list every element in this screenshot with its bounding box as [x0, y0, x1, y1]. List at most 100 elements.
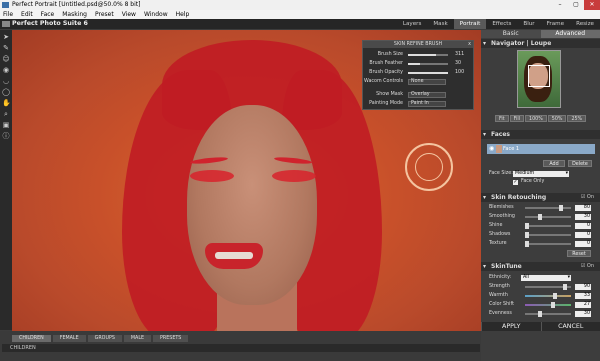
- strength-value[interactable]: 90: [575, 284, 591, 290]
- texture-slider-thumb[interactable]: [525, 241, 529, 247]
- evenness-value[interactable]: 30: [575, 311, 591, 317]
- face-tool-icon[interactable]: ☺: [2, 55, 10, 63]
- close-button[interactable]: ✕: [584, 0, 600, 10]
- face-size-dropdown[interactable]: Medium ▾: [513, 171, 569, 177]
- brush-size-slider[interactable]: [408, 54, 448, 56]
- face-only-label: Face Only: [521, 179, 545, 184]
- show-mask-dropdown[interactable]: Overlay: [408, 92, 446, 98]
- add-face-button[interactable]: Add: [543, 160, 565, 167]
- preset-tab-children[interactable]: CHILDREN: [12, 335, 51, 342]
- apply-button[interactable]: APPLY: [481, 322, 541, 331]
- painting-mode-button[interactable]: Paint In: [408, 101, 446, 107]
- texture-slider[interactable]: [525, 241, 571, 247]
- maximize-button[interactable]: ▢: [568, 0, 584, 10]
- brush-size-value[interactable]: 311: [455, 51, 464, 59]
- cancel-button[interactable]: CANCEL: [540, 322, 600, 331]
- navigator-view-box[interactable]: [528, 65, 550, 87]
- reset-button[interactable]: Reset: [567, 250, 591, 257]
- brush-opacity-value[interactable]: 100: [455, 69, 464, 77]
- reset-label: Reset: [572, 252, 586, 257]
- strength-slider[interactable]: [525, 284, 571, 290]
- shine-slider[interactable]: [525, 223, 571, 229]
- preset-breadcrumb[interactable]: CHILDREN: [2, 344, 480, 352]
- tab-advanced[interactable]: Advanced: [540, 30, 600, 38]
- module-tab-frame[interactable]: Frame: [541, 19, 570, 29]
- menu-face[interactable]: Face: [41, 10, 55, 19]
- blemishes-slider[interactable]: [525, 205, 571, 211]
- navigator-header[interactable]: Navigator | Loupe: [481, 39, 600, 48]
- skintune-header[interactable]: SkinTune ☑ On: [481, 262, 600, 271]
- color-shift-value[interactable]: 27: [575, 302, 591, 308]
- strength-row: Strength 90: [481, 283, 600, 291]
- minimize-button[interactable]: –: [552, 0, 568, 10]
- menu-preset[interactable]: Preset: [95, 10, 114, 19]
- warmth-value[interactable]: 33: [575, 293, 591, 299]
- info-tool-icon[interactable]: ⓘ: [2, 132, 10, 140]
- navigator-thumbnail[interactable]: [517, 50, 561, 108]
- menu-view[interactable]: View: [122, 10, 136, 19]
- strength-slider-thumb[interactable]: [562, 284, 567, 290]
- mouth-tool-icon[interactable]: ◡: [2, 77, 10, 85]
- shine-slider-thumb[interactable]: [525, 223, 529, 229]
- module-tab-effects[interactable]: Effects: [486, 19, 517, 29]
- zoom-tool-icon[interactable]: ⌕: [2, 110, 10, 118]
- shine-value[interactable]: 0: [575, 223, 591, 229]
- preset-tab-male[interactable]: MALE: [123, 335, 152, 342]
- eye-tool-icon[interactable]: ◉: [2, 66, 10, 74]
- menu-help[interactable]: Help: [176, 10, 190, 19]
- zoom-buttons: Fit Fill 100% 50% 25%: [495, 115, 587, 122]
- smoothing-slider[interactable]: [525, 214, 571, 220]
- texture-value[interactable]: 0: [575, 241, 591, 247]
- evenness-slider[interactable]: [525, 311, 571, 317]
- preset-tab-female[interactable]: FEMALE: [52, 335, 86, 342]
- blemishes-value[interactable]: 80: [575, 205, 591, 211]
- shadows-slider-thumb[interactable]: [525, 232, 529, 238]
- brush-feather-slider[interactable]: [408, 63, 448, 65]
- module-tab-blur[interactable]: Blur: [517, 19, 540, 29]
- skin-retouching-header[interactable]: Skin Retouching ☑ On: [481, 193, 600, 202]
- pointer-tool-icon[interactable]: ➤: [2, 33, 10, 41]
- zoom-fill-button[interactable]: Fill: [509, 115, 525, 122]
- skin-retouching-toggle[interactable]: ☑ On: [581, 195, 594, 200]
- zoom-fit-button[interactable]: Fit: [495, 115, 509, 122]
- tab-basic[interactable]: Basic: [481, 30, 541, 38]
- face-list-item[interactable]: ◉ Face 1: [487, 144, 595, 154]
- menu-file[interactable]: File: [3, 10, 13, 19]
- color-shift-slider-thumb[interactable]: [551, 302, 556, 308]
- module-tab-resize[interactable]: Resize: [570, 19, 600, 29]
- module-tab-portrait[interactable]: Portrait: [453, 19, 487, 29]
- ellipse-tool-icon[interactable]: ◯: [2, 88, 10, 96]
- blemishes-slider-thumb[interactable]: [558, 205, 563, 211]
- zoom-50-button[interactable]: 50%: [547, 115, 567, 122]
- color-shift-slider[interactable]: [525, 302, 571, 308]
- brush-feather-value[interactable]: 30: [455, 60, 461, 68]
- warmth-slider[interactable]: [525, 293, 571, 299]
- brush-panel-close-icon[interactable]: x: [468, 41, 471, 48]
- zoom-100-button[interactable]: 100%: [525, 115, 547, 122]
- shadows-value[interactable]: 0: [575, 232, 591, 238]
- zoom-25-button[interactable]: 25%: [567, 115, 587, 122]
- compare-tool-icon[interactable]: ▣: [2, 121, 10, 129]
- evenness-slider-thumb[interactable]: [537, 311, 542, 317]
- shadows-slider[interactable]: [525, 232, 571, 238]
- module-tab-mask[interactable]: Mask: [427, 19, 453, 29]
- wacom-dropdown[interactable]: None: [408, 79, 446, 85]
- preset-tab-presets[interactable]: PRESETS: [153, 335, 189, 342]
- preset-tab-groups[interactable]: GROUPS: [87, 335, 122, 342]
- delete-face-button[interactable]: Delete: [568, 160, 592, 167]
- brush-tool-icon[interactable]: ✎: [2, 44, 10, 52]
- visibility-eye-icon[interactable]: ◉: [489, 146, 494, 152]
- faces-header[interactable]: Faces: [481, 130, 600, 139]
- menu-masking[interactable]: Masking: [62, 10, 87, 19]
- hand-tool-icon[interactable]: ✋: [2, 99, 11, 107]
- smoothing-value[interactable]: 30: [575, 214, 591, 220]
- menu-window[interactable]: Window: [144, 10, 168, 19]
- smoothing-slider-thumb[interactable]: [537, 214, 542, 220]
- skintune-toggle[interactable]: ☑ On: [581, 264, 594, 269]
- ethnicity-dropdown[interactable]: All ▾: [521, 275, 571, 281]
- warmth-slider-thumb[interactable]: [552, 293, 557, 299]
- brush-opacity-slider[interactable]: [408, 72, 448, 74]
- module-tab-layers[interactable]: Layers: [397, 19, 428, 29]
- face-only-checkbox[interactable]: ✓: [513, 180, 518, 185]
- menu-edit[interactable]: Edit: [21, 10, 33, 19]
